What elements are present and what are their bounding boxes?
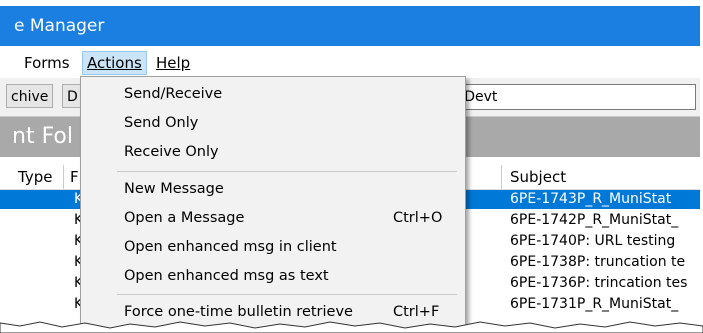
actions-dropdown-menu: Send/Receive Send Only Receive Only New … <box>80 76 466 333</box>
title-bar: e Manager <box>0 6 700 46</box>
folder-path-field[interactable]: t~Devt <box>440 84 696 110</box>
menu-item-label: Open enhanced msg in client <box>124 239 337 255</box>
column-subject[interactable]: Subject <box>504 165 700 189</box>
row-subject: 6PE-1743P_R_MuniStat <box>510 191 672 207</box>
menu-item-send-receive[interactable]: Send/Receive <box>81 81 465 107</box>
row-subject: 6PE-1738P: truncation te <box>510 254 686 270</box>
column-type[interactable]: Type <box>12 165 64 189</box>
menu-item-label: Open a Message <box>124 210 245 226</box>
menu-bar: Forms Actions Help <box>0 48 700 76</box>
app-window: e Manager Forms Actions Help chive D t~D… <box>0 0 703 333</box>
menu-item-receive-only[interactable]: Receive Only <box>81 139 465 165</box>
torn-edge-decoration <box>0 321 703 333</box>
row-subject: 6PE-1736P: trincation tes <box>510 275 688 291</box>
menu-separator <box>117 294 457 295</box>
row-subject: 6PE-1740P: URL testing <box>510 233 676 249</box>
menu-item-open-message[interactable]: Open a Message Ctrl+O <box>81 205 465 231</box>
menu-item-label: Send/Receive <box>124 86 223 102</box>
menu-forms[interactable]: Forms <box>20 52 74 74</box>
archive-button[interactable]: chive <box>6 84 54 108</box>
folder-header-title: nt Fol <box>12 124 74 149</box>
menu-item-shortcut: Ctrl+O <box>393 210 443 226</box>
menu-item-open-enhanced-text[interactable]: Open enhanced msg as text <box>81 263 465 289</box>
menu-help[interactable]: Help <box>152 52 194 74</box>
column-gap[interactable] <box>464 165 502 189</box>
menu-separator <box>117 171 457 172</box>
menu-item-new-message[interactable]: New Message <box>81 176 465 202</box>
menu-item-label: Send Only <box>124 115 199 131</box>
menu-actions[interactable]: Actions <box>82 51 147 75</box>
row-subject: 6PE-1731P_R_MuniStat_ <box>510 296 679 312</box>
menu-actions-label: Actions <box>87 54 142 72</box>
menu-item-label: New Message <box>124 181 224 197</box>
menu-item-send-only[interactable]: Send Only <box>81 110 465 136</box>
row-subject: 6PE-1742P_R_MuniStat_ <box>510 212 679 228</box>
menu-item-open-enhanced-client[interactable]: Open enhanced msg in client <box>81 234 465 260</box>
menu-item-label: Open enhanced msg as text <box>124 268 329 284</box>
menu-help-label: Help <box>156 54 191 72</box>
window-title: e Manager <box>14 16 105 36</box>
menu-item-label: Receive Only <box>124 144 219 160</box>
